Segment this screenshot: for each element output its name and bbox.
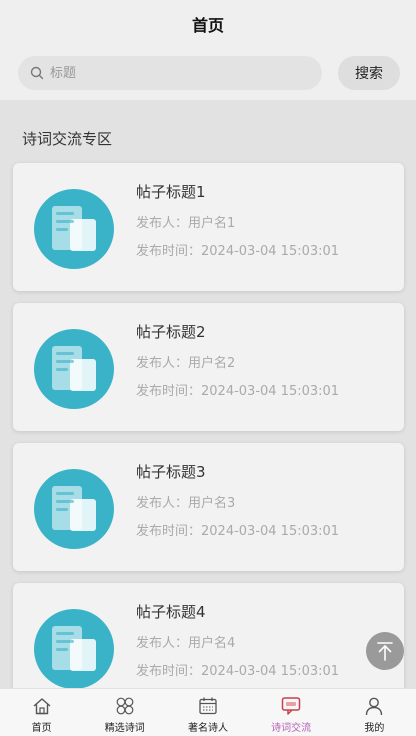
tab-famous-poets[interactable]: 著名诗人 <box>166 689 249 736</box>
document-icon <box>52 626 96 671</box>
page-title: 首页 <box>191 16 224 35</box>
post-time: 发布时间：2024-03-04 15:03:01 <box>136 384 340 399</box>
search-box[interactable] <box>18 56 322 90</box>
back-to-top-button[interactable] <box>366 632 404 670</box>
chat-icon <box>281 697 301 715</box>
tab-label: 首页 <box>31 723 52 734</box>
post-card[interactable]: 帖子标题4 发布人：用户名4 发布时间：2024-03-04 15:03:01 <box>13 583 404 688</box>
search-icon <box>30 66 44 80</box>
tab-label: 诗词交流 <box>271 723 312 734</box>
post-thumbnail <box>34 609 114 688</box>
post-time: 发布时间：2024-03-04 15:03:01 <box>136 244 340 259</box>
tab-label: 我的 <box>364 723 385 734</box>
home-icon <box>33 698 51 715</box>
post-card[interactable]: 帖子标题1 发布人：用户名1 发布时间：2024-03-04 15:03:01 <box>13 163 404 291</box>
document-icon <box>52 486 96 531</box>
arrow-up-icon <box>377 642 393 661</box>
post-title: 帖子标题1 <box>136 183 206 201</box>
search-bar: 搜索 <box>0 48 416 100</box>
post-author: 发布人：用户名3 <box>136 496 236 511</box>
post-thumbnail <box>34 189 114 269</box>
document-icon <box>52 206 96 251</box>
post-title: 帖子标题3 <box>136 463 206 481</box>
post-author: 发布人：用户名1 <box>136 216 236 231</box>
search-input[interactable] <box>50 65 300 81</box>
tab-mine[interactable]: 我的 <box>333 689 416 736</box>
main-content[interactable]: 诗词交流专区 帖子标题1 发布人：用户名1 发布时间：2024-03-04 15… <box>0 100 416 688</box>
post-title: 帖子标题4 <box>136 603 206 621</box>
post-thumbnail <box>34 469 114 549</box>
post-author: 发布人：用户名4 <box>136 636 236 651</box>
post-author: 发布人：用户名2 <box>136 356 236 371</box>
top-bar: 首页 <box>0 0 416 48</box>
post-card[interactable]: 帖子标题2 发布人：用户名2 发布时间：2024-03-04 15:03:01 <box>13 303 404 431</box>
post-thumbnail <box>34 329 114 409</box>
flower-icon <box>116 697 134 715</box>
tab-label: 精选诗词 <box>104 723 145 734</box>
search-button[interactable]: 搜索 <box>338 56 400 90</box>
post-time: 发布时间：2024-03-04 15:03:01 <box>136 664 340 679</box>
tab-label: 著名诗人 <box>187 723 228 734</box>
post-time: 发布时间：2024-03-04 15:03:01 <box>136 524 340 539</box>
document-icon <box>52 346 96 391</box>
post-title: 帖子标题2 <box>136 323 206 341</box>
tab-home[interactable]: 首页 <box>0 689 83 736</box>
section-title: 诗词交流专区 <box>22 130 113 148</box>
tab-featured-poems[interactable]: 精选诗词 <box>83 689 166 736</box>
post-card[interactable]: 帖子标题3 发布人：用户名3 发布时间：2024-03-04 15:03:01 <box>13 443 404 571</box>
person-icon <box>366 697 383 716</box>
calendar-icon <box>199 697 217 715</box>
bottom-tab-bar: 首页 精选诗词 著名诗人 诗词交流 我的 <box>0 688 416 736</box>
tab-poetry-exchange[interactable]: 诗词交流 <box>250 689 333 736</box>
